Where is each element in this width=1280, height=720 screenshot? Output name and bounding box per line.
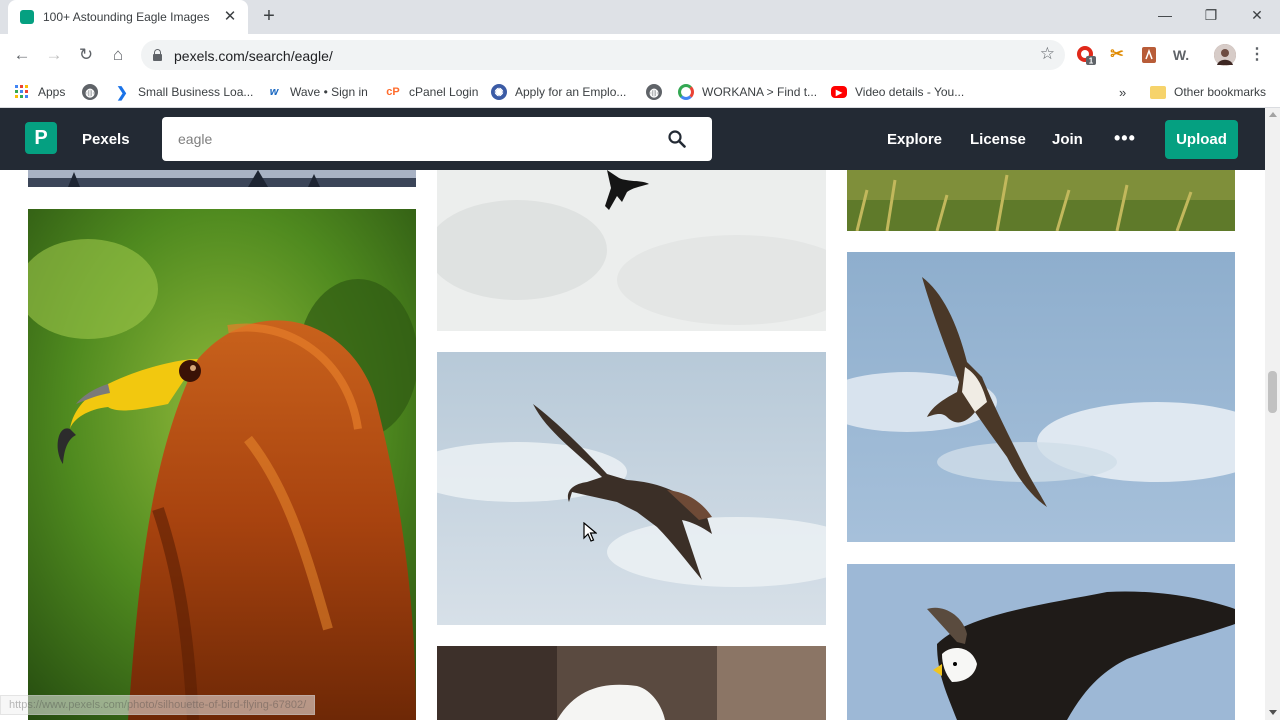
bookmark-label: Wave • Sign in bbox=[290, 85, 368, 99]
link-status-url: https://www.pexels.com/photo/silhouette-… bbox=[0, 695, 316, 715]
bookmark-wave[interactable]: w Wave • Sign in bbox=[266, 82, 368, 102]
bookmark-globe-2[interactable]: ◍ bbox=[646, 82, 670, 102]
photo-bird-silhouette-sky[interactable] bbox=[437, 170, 826, 331]
photo-bald-eagle-partial[interactable] bbox=[437, 646, 826, 720]
close-window-icon[interactable]: ✕ bbox=[1234, 0, 1280, 30]
bookmark-youtube[interactable]: ▶ Video details - You... bbox=[831, 82, 964, 102]
pdf-icon[interactable] bbox=[1138, 44, 1160, 66]
chevron-arrow-icon: ❯ bbox=[116, 83, 128, 100]
minimize-window-icon[interactable]: — bbox=[1142, 0, 1188, 30]
back-arrow-icon[interactable]: ← bbox=[10, 43, 34, 67]
apps-grid-icon bbox=[14, 84, 30, 100]
more-menu-icon[interactable]: ••• bbox=[1114, 128, 1136, 149]
bookmark-label: Apps bbox=[38, 85, 66, 99]
bookmark-label: Small Business Loa... bbox=[138, 85, 254, 99]
browser-menu-icon[interactable]: ⋮ bbox=[1246, 44, 1268, 66]
nav-license[interactable]: License bbox=[970, 131, 1026, 148]
reload-icon[interactable]: ↻ bbox=[74, 43, 98, 67]
profile-avatar[interactable] bbox=[1214, 44, 1236, 66]
bookmark-workana[interactable]: WORKANA > Find t... bbox=[678, 82, 817, 102]
lock-icon bbox=[153, 49, 162, 61]
svg-text:1: 1 bbox=[1089, 57, 1094, 66]
photo-snowy-trees-partial[interactable] bbox=[28, 170, 416, 187]
bookmark-small-business[interactable]: ❯ Small Business Loa... bbox=[114, 82, 253, 102]
workana-icon bbox=[678, 84, 694, 100]
scroll-down-icon[interactable] bbox=[1269, 710, 1277, 715]
nav-explore[interactable]: Explore bbox=[887, 131, 942, 148]
w-extension-icon[interactable]: W. bbox=[1170, 44, 1192, 66]
scrollbar-thumb[interactable] bbox=[1268, 371, 1277, 413]
bookmark-label: WORKANA > Find t... bbox=[702, 85, 818, 99]
browser-tab-active[interactable]: 100+ Astounding Eagle Images ✕ bbox=[8, 0, 248, 34]
brand-name[interactable]: Pexels bbox=[82, 131, 130, 148]
bookmarks-bar: Apps ◍ ❯ Small Business Loa... w Wave • … bbox=[0, 76, 1280, 108]
new-tab-button[interactable]: + bbox=[259, 6, 279, 27]
bookmark-star-icon[interactable]: ☆ bbox=[1040, 44, 1055, 64]
forward-arrow-icon[interactable]: → bbox=[42, 43, 66, 67]
photo-osprey-flying[interactable] bbox=[847, 252, 1235, 542]
photo-eagle-flying-clouds[interactable] bbox=[437, 352, 826, 625]
bookmark-cpanel[interactable]: cP cPanel Login bbox=[385, 82, 478, 102]
search-icon[interactable] bbox=[668, 130, 686, 148]
photo-bald-eagle-wings[interactable] bbox=[847, 564, 1235, 720]
address-bar[interactable]: pexels.com/search/eagle/ ☆ bbox=[141, 40, 1065, 70]
nav-join[interactable]: Join bbox=[1052, 131, 1083, 148]
bookmark-apps[interactable]: Apps bbox=[14, 82, 65, 102]
globe-icon: ◍ bbox=[82, 84, 98, 100]
bookmark-globe-1[interactable]: ◍ bbox=[82, 82, 106, 102]
pexels-favicon-icon bbox=[20, 10, 34, 24]
seal-icon: ✺ bbox=[491, 84, 507, 100]
bookmark-apply-employ[interactable]: ✺ Apply for an Emplo... bbox=[491, 82, 626, 102]
folder-icon bbox=[1150, 85, 1166, 99]
bookmarks-overflow-button[interactable]: » bbox=[1119, 82, 1126, 102]
photo-golden-eagle-portrait[interactable] bbox=[28, 209, 416, 720]
bookmark-label: Video details - You... bbox=[855, 85, 965, 99]
search-input[interactable] bbox=[178, 129, 658, 149]
home-icon[interactable]: ⌂ bbox=[106, 43, 130, 67]
browser-tab-strip: 100+ Astounding Eagle Images ✕ + — ❐ ✕ bbox=[0, 0, 1280, 34]
pexels-header: P Pexels Explore License Join ••• Upload bbox=[0, 108, 1265, 170]
scissors-icon[interactable]: ✂ bbox=[1106, 44, 1128, 66]
restore-window-icon[interactable]: ❐ bbox=[1188, 0, 1234, 30]
address-url[interactable]: pexels.com/search/eagle/ bbox=[174, 48, 333, 64]
tab-title: 100+ Astounding Eagle Images bbox=[43, 10, 210, 24]
cpanel-icon: cP bbox=[386, 86, 400, 98]
bookmark-label: Apply for an Emplo... bbox=[515, 85, 627, 99]
globe-icon: ◍ bbox=[646, 84, 662, 100]
bookmark-label: cPanel Login bbox=[409, 85, 479, 99]
pexels-logo[interactable]: P bbox=[25, 122, 57, 154]
bookmark-label: Other bookmarks bbox=[1174, 85, 1267, 99]
search-bar[interactable] bbox=[162, 117, 712, 161]
page-scrollbar[interactable] bbox=[1265, 108, 1280, 720]
youtube-icon: ▶ bbox=[831, 86, 847, 98]
mouse-cursor-icon bbox=[583, 522, 597, 542]
opera-badge-icon[interactable]: 1 bbox=[1075, 44, 1097, 66]
scroll-up-icon[interactable] bbox=[1269, 112, 1277, 117]
bookmark-other[interactable]: Other bookmarks bbox=[1150, 82, 1266, 102]
upload-button[interactable]: Upload bbox=[1165, 120, 1238, 159]
tab-close-icon[interactable]: ✕ bbox=[222, 9, 238, 25]
photo-grass-partial[interactable] bbox=[847, 170, 1235, 231]
wave-logo-icon: w bbox=[269, 86, 279, 98]
